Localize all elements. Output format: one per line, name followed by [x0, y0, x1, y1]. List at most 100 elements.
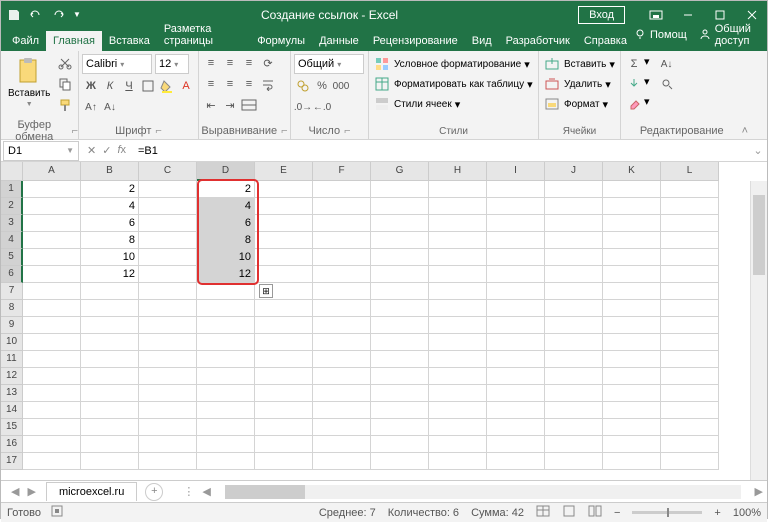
cell[interactable] [487, 198, 545, 215]
cell[interactable] [661, 215, 719, 232]
cell[interactable] [545, 215, 603, 232]
underline-icon[interactable]: Ч [120, 77, 138, 95]
cell[interactable] [429, 300, 487, 317]
cell[interactable] [23, 402, 81, 419]
cell[interactable] [139, 453, 197, 470]
tell-me[interactable]: Помощ [634, 28, 687, 43]
cell[interactable] [371, 402, 429, 419]
paste-button[interactable]: Вставить ▼ [4, 54, 54, 114]
cell[interactable] [545, 368, 603, 385]
find-icon[interactable] [658, 75, 676, 93]
orientation-icon[interactable]: ⟳ [259, 54, 277, 72]
cell[interactable] [313, 334, 371, 351]
cell[interactable] [661, 436, 719, 453]
cell[interactable] [661, 181, 719, 198]
cell[interactable] [371, 368, 429, 385]
cell[interactable] [23, 368, 81, 385]
cell[interactable] [487, 266, 545, 283]
fx-icon[interactable]: fx [117, 144, 126, 157]
nav-prev-icon[interactable]: ◀ [11, 485, 19, 498]
row-header[interactable]: 12 [1, 368, 23, 385]
grow-font-icon[interactable]: A↑ [82, 98, 100, 116]
row-header[interactable]: 3 [1, 215, 23, 232]
align-bot-icon[interactable]: ≡ [240, 54, 258, 72]
cell[interactable] [603, 300, 661, 317]
cell[interactable] [661, 300, 719, 317]
cell[interactable] [255, 300, 313, 317]
format-painter-icon[interactable] [56, 96, 74, 114]
insert-cells-button[interactable]: Вставить▾ [543, 55, 616, 73]
row-header[interactable]: 7 [1, 283, 23, 300]
inc-decimal-icon[interactable]: .0→ [294, 98, 312, 116]
formula-input[interactable]: =B1 [132, 145, 749, 157]
dec-decimal-icon[interactable]: ←.0 [313, 98, 331, 116]
cell[interactable] [545, 249, 603, 266]
hscroll-right-icon[interactable]: ▶ [755, 485, 763, 498]
cell[interactable] [313, 385, 371, 402]
fill-icon[interactable] [625, 75, 643, 93]
font-name-combo[interactable]: Calibri▾ [82, 54, 152, 74]
cell[interactable]: 6 [197, 215, 255, 232]
cell[interactable] [429, 181, 487, 198]
add-sheet-icon[interactable]: + [145, 483, 163, 501]
cell[interactable] [23, 351, 81, 368]
row-header[interactable]: 15 [1, 419, 23, 436]
cell[interactable] [81, 453, 139, 470]
cell[interactable] [197, 419, 255, 436]
cell[interactable] [429, 249, 487, 266]
cell[interactable] [23, 385, 81, 402]
cell[interactable] [81, 385, 139, 402]
cell[interactable] [313, 351, 371, 368]
cell[interactable] [487, 351, 545, 368]
cell[interactable] [603, 334, 661, 351]
cell[interactable] [545, 181, 603, 198]
cell[interactable] [139, 385, 197, 402]
font-size-combo[interactable]: 12▾ [155, 54, 189, 74]
cell[interactable] [603, 215, 661, 232]
cell[interactable] [371, 198, 429, 215]
col-header[interactable]: H [429, 162, 487, 181]
format-table-button[interactable]: Форматировать как таблицу▾ [373, 75, 534, 93]
cell[interactable] [429, 368, 487, 385]
cell[interactable] [23, 215, 81, 232]
cell[interactable] [603, 198, 661, 215]
cell[interactable] [197, 368, 255, 385]
cell[interactable] [545, 232, 603, 249]
cell[interactable] [487, 181, 545, 198]
cell[interactable] [139, 368, 197, 385]
cell[interactable] [487, 402, 545, 419]
tab-review[interactable]: Рецензирование [366, 31, 465, 51]
align-right-icon[interactable]: ≡ [240, 75, 258, 93]
cell[interactable] [23, 266, 81, 283]
cell[interactable]: 4 [197, 198, 255, 215]
tab-help[interactable]: Справка [577, 31, 634, 51]
cell[interactable] [255, 419, 313, 436]
cancel-icon[interactable]: ✕ [87, 144, 96, 157]
save-icon[interactable] [7, 8, 21, 22]
cell[interactable] [81, 283, 139, 300]
cell[interactable] [371, 300, 429, 317]
cell[interactable] [545, 317, 603, 334]
cell[interactable] [255, 181, 313, 198]
vertical-scrollbar[interactable] [750, 181, 767, 480]
cell[interactable] [429, 232, 487, 249]
cell[interactable] [429, 351, 487, 368]
cell[interactable] [139, 317, 197, 334]
cell[interactable] [545, 266, 603, 283]
share-button[interactable]: Общий доступ [699, 23, 757, 47]
row-header[interactable]: 10 [1, 334, 23, 351]
cell[interactable] [81, 351, 139, 368]
row-header[interactable]: 6 [1, 266, 23, 283]
view-break-icon[interactable] [588, 505, 602, 520]
cell[interactable] [197, 317, 255, 334]
cell[interactable] [81, 402, 139, 419]
autofill-options-icon[interactable]: ⊞ [259, 284, 273, 298]
cell[interactable] [545, 402, 603, 419]
percent-icon[interactable]: % [313, 77, 331, 95]
tab-file[interactable]: Файл [5, 31, 46, 51]
italic-icon[interactable]: К [101, 77, 119, 95]
align-left-icon[interactable]: ≡ [202, 75, 220, 93]
cell[interactable] [371, 266, 429, 283]
cell[interactable] [603, 283, 661, 300]
tab-developer[interactable]: Разработчик [499, 31, 577, 51]
